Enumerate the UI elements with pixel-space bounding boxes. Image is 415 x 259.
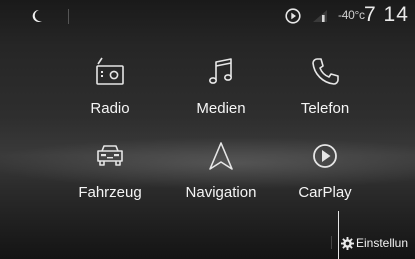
bottom-separator [331,236,332,249]
tile-carplay[interactable]: CarPlay [265,127,385,217]
tile-medien-label: Medien [196,100,246,117]
music-note-icon [209,58,232,84]
status-bar: -40°c 7 14 [0,0,415,34]
tile-medien[interactable]: Medien [161,43,281,133]
radio-icon [96,57,124,85]
tile-radio-label: Radio [90,100,130,117]
moon-icon[interactable] [31,9,43,23]
carplay-status-icon [285,8,301,24]
outside-temperature: -40°c [338,8,365,22]
tile-navigation-label: Navigation [185,184,257,201]
tile-telefon-label: Telefon [300,100,350,117]
tile-carplay-label: CarPlay [298,184,352,201]
settings-label: Einstellun [356,236,409,250]
settings-divider [338,211,339,259]
tile-fahrzeug-label: Fahrzeug [78,184,142,201]
home-screen: -40°c 7 14 Radio Medien Telefon Fahrzeug… [0,0,415,259]
signal-strength-icon [313,10,327,22]
settings-button[interactable]: Einstellun [341,234,408,252]
phone-icon [312,58,339,85]
navigation-arrow-icon [209,142,233,170]
carplay-icon [313,144,337,168]
car-icon [97,145,123,166]
tile-fahrzeug[interactable]: Fahrzeug [50,127,170,217]
gear-icon [341,236,354,250]
clock: 7 14 [364,3,409,26]
status-divider [68,9,69,24]
tile-radio[interactable]: Radio [50,43,170,133]
tile-telefon[interactable]: Telefon [265,43,385,133]
tile-navigation[interactable]: Navigation [161,127,281,217]
